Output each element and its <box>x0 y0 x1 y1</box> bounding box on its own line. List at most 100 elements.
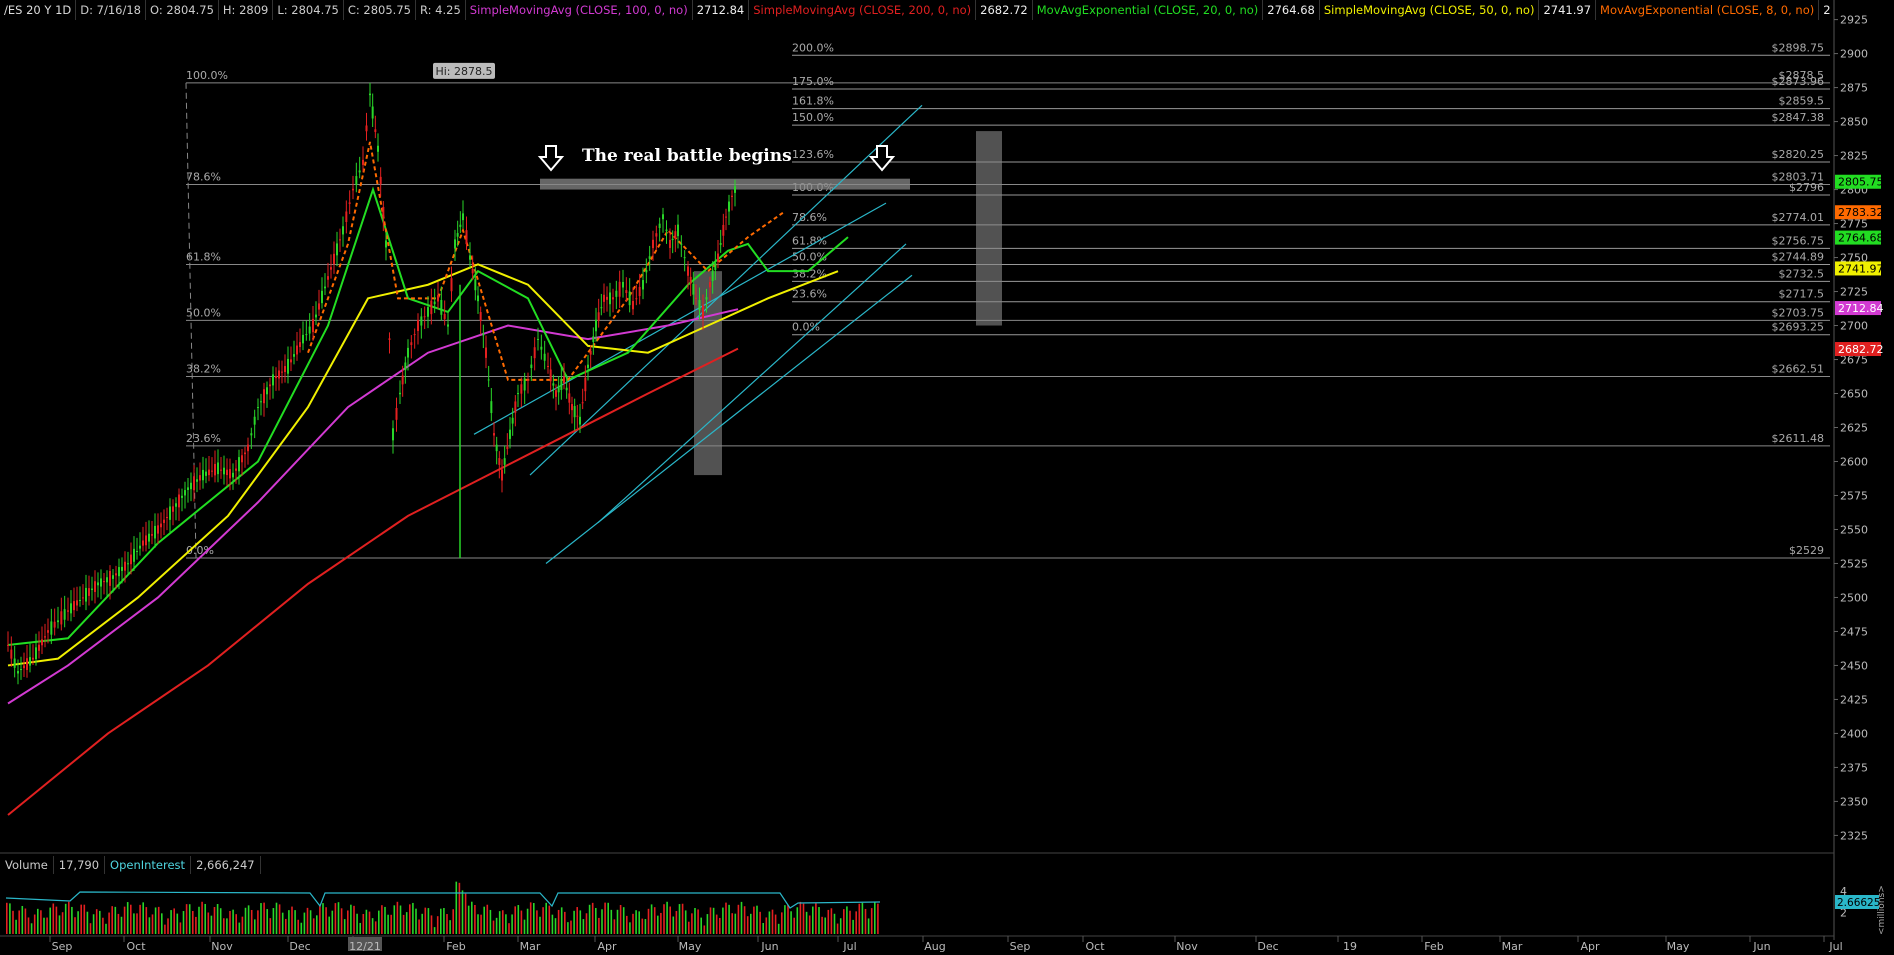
candle-body <box>557 385 560 393</box>
candle-body <box>689 276 692 284</box>
candle-body <box>731 195 733 197</box>
volume-bar <box>49 907 51 934</box>
fib-extension-price: $2847.38 <box>1772 111 1825 124</box>
volume-bar <box>818 907 820 934</box>
price-tick-label: 2725 <box>1840 286 1868 299</box>
candle-body <box>459 224 462 227</box>
volume-bar <box>55 906 58 934</box>
candle-body <box>250 433 253 436</box>
candle-body <box>573 406 576 418</box>
volume-bar <box>833 913 836 934</box>
candle-body <box>241 455 243 463</box>
candle-body <box>555 390 557 397</box>
volume-bar <box>759 911 761 934</box>
candle-body <box>547 366 549 368</box>
candle-body <box>211 470 213 472</box>
volume-bar <box>387 914 389 934</box>
price-axis: 2325 2350 2375 2400 2425 2450 2475 2500 2525 2550… <box>1833 0 1884 940</box>
volume-bar <box>188 904 191 934</box>
candle-body <box>595 319 597 332</box>
study-label[interactable]: SimpleMovingAvg (CLOSE, 100, 0, no) <box>466 0 693 20</box>
candle-body <box>669 239 671 248</box>
study-value: 2741.97 <box>1539 0 1597 20</box>
volume-bar <box>691 913 693 934</box>
volume-bar <box>455 881 458 934</box>
time-tick-label: Mar <box>1502 940 1523 953</box>
candle-body <box>523 378 526 391</box>
volume-bar <box>247 905 250 934</box>
study-label[interactable]: SimpleMovingAvg (CLOSE, 200, 0, no) <box>749 0 977 20</box>
volume-bar <box>678 904 681 934</box>
candle-body <box>527 379 529 381</box>
candle-body <box>565 387 568 391</box>
volume-bar <box>226 918 228 934</box>
symbol-label[interactable]: /ES 20 Y 1D <box>0 0 77 20</box>
candle-body <box>485 347 487 358</box>
price-tick-label: 2350 <box>1840 795 1868 808</box>
volume-bar <box>750 913 752 934</box>
candle-body <box>103 581 105 583</box>
volume-bar <box>440 908 442 934</box>
candle-body <box>430 300 433 315</box>
fib-extension-price: $2717.5 <box>1779 288 1825 301</box>
volume-bar <box>777 923 780 934</box>
candle-body <box>247 444 249 452</box>
candle-body <box>263 389 265 404</box>
volume-bar <box>443 908 445 934</box>
study-label[interactable]: MovAvgExponential (CLOSE, 20, 0, no) <box>1033 0 1264 20</box>
volume-bar <box>6 902 8 934</box>
volume-bar <box>852 919 854 934</box>
volume-bar <box>545 902 547 934</box>
volume-bar <box>653 907 656 934</box>
candle-body <box>290 359 292 363</box>
study-label[interactable]: SimpleMovingAvg (CLOSE, 50, 0, no) <box>1320 0 1540 20</box>
candle-body <box>618 281 621 297</box>
price-tick-label: 2775 <box>1840 218 1868 231</box>
candle-body <box>443 313 446 319</box>
fib-extension-price: $2693.25 <box>1772 321 1825 334</box>
price-tick-label: 2700 <box>1840 320 1868 333</box>
volume-bar <box>281 912 284 934</box>
volume-bar <box>154 907 157 934</box>
candle-body <box>509 429 511 439</box>
price-tick-label: 2325 <box>1840 829 1868 842</box>
study-label[interactable]: MovAvgExponential (CLOSE, 8, 0, no) <box>1596 0 1820 20</box>
volume-bar <box>412 902 414 934</box>
price-badge-label: 2712.84 <box>1838 302 1884 315</box>
volume-bar <box>722 907 724 934</box>
volume-label[interactable]: Volume <box>0 856 54 874</box>
candle-body <box>498 458 501 465</box>
volume-bar <box>80 904 82 934</box>
volume-bar <box>356 913 358 934</box>
candle-body <box>560 378 563 390</box>
candle-body <box>503 458 506 465</box>
volume-bar <box>728 904 730 934</box>
candle-body <box>579 416 581 425</box>
price-chart[interactable]: 100.0%78.6% $2803.7161.8% $2744.8950.0% $27… <box>0 0 1894 955</box>
volume-bar <box>142 902 144 934</box>
candle-body <box>600 307 603 309</box>
candle-body <box>584 377 587 392</box>
candle-body <box>220 469 222 471</box>
volume-bar <box>402 914 405 934</box>
volume-bar <box>815 903 817 934</box>
volume-bar <box>257 910 259 934</box>
candle-body <box>490 401 493 414</box>
candle-body <box>124 561 126 571</box>
candle-body <box>407 347 409 358</box>
volume-bar <box>9 903 11 934</box>
candle-body <box>622 281 624 288</box>
candle-body <box>321 290 323 304</box>
volume-bar <box>712 907 715 934</box>
volume-bar <box>585 913 588 934</box>
volume-bar <box>92 914 95 934</box>
candle-body <box>709 282 711 288</box>
candle-body <box>244 452 246 455</box>
volume-bar <box>799 901 802 934</box>
volume-bar <box>663 904 665 934</box>
volume-bar <box>334 903 337 934</box>
open-interest-label[interactable]: OpenInterest <box>105 856 192 874</box>
volume-bar <box>821 916 823 934</box>
time-tick-label: Aug <box>924 940 945 953</box>
volume-bar <box>415 908 417 934</box>
